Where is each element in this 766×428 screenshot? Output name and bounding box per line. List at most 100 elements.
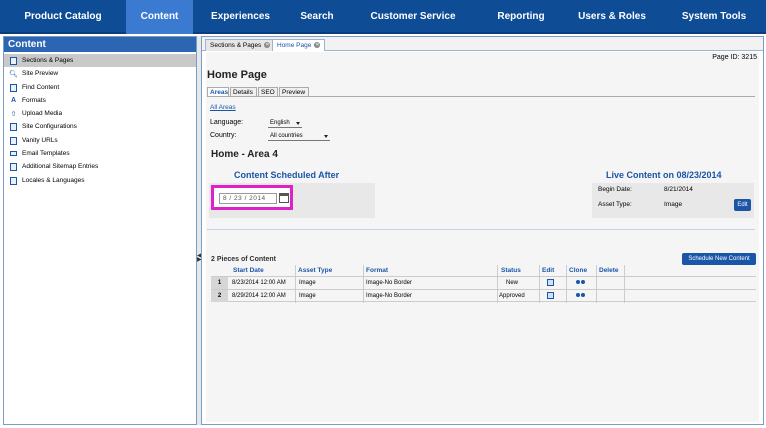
content-table: Start Date Asset Type Format Status Edit…: [211, 265, 756, 303]
document-icon: [10, 176, 17, 185]
envelope-icon: [10, 151, 17, 157]
edit-icon[interactable]: [547, 291, 554, 299]
row-format: Image-No Border: [366, 293, 413, 299]
edit-live-button[interactable]: Edit: [734, 199, 751, 211]
nav-users-roles[interactable]: Users & Roles: [562, 0, 662, 34]
section-divider: [207, 229, 755, 230]
sidebar-item-formats[interactable]: A Formats: [4, 94, 196, 107]
sidebar-item-label: Upload Media: [22, 110, 63, 118]
row-number: 2: [211, 290, 228, 302]
asset-type-value: Image: [664, 201, 683, 208]
document-icon: [10, 83, 17, 92]
page-id: Page ID: 3215: [712, 54, 757, 61]
pieces-count: 2 Pieces of Content: [211, 256, 276, 263]
sidebar-title: Content: [4, 37, 196, 52]
row-status: Approved: [499, 293, 525, 299]
chevron-down-icon: [296, 122, 300, 125]
sidebar-item-locales-languages[interactable]: Locales & Languages: [4, 174, 196, 187]
doctab-home-page[interactable]: Home Page ✕: [272, 39, 326, 51]
sidebar-item-label: Find Content: [22, 83, 60, 91]
nav-search[interactable]: Search: [288, 0, 346, 34]
top-navigation: Product Catalog Content Experiences Sear…: [0, 0, 766, 34]
clone-icon[interactable]: [576, 293, 585, 298]
main-panel: Sections & Pages ✕ Home Page ✕ Page ID: 32…: [201, 36, 764, 425]
magnifier-icon: 🔍︎: [9, 70, 18, 78]
sidebar-item-label: Site Preview: [22, 70, 59, 78]
scheduled-date-input[interactable]: 8 / 23 / 2014: [219, 193, 277, 204]
col-delete: Delete: [599, 267, 619, 274]
sidebar-item-sections-pages[interactable]: Sections & Pages: [4, 54, 196, 68]
nav-reporting[interactable]: Reporting: [480, 0, 562, 34]
table-row: 2 8/29/2014 12:00 AM Image Image-No Bord…: [211, 289, 756, 302]
table-row: 1 8/23/2014 12:00 AM Image Image-No Bord…: [211, 276, 756, 289]
sidebar-item-site-configurations[interactable]: Site Configurations: [4, 120, 196, 133]
nav-experiences[interactable]: Experiences: [193, 0, 288, 34]
close-icon[interactable]: ✕: [264, 42, 271, 49]
col-format[interactable]: Format: [366, 265, 388, 276]
row-number: 1: [211, 277, 228, 289]
close-icon[interactable]: ✕: [314, 42, 321, 49]
row-start-date: 8/23/2014 12:00 AM: [232, 280, 286, 286]
row-edit[interactable]: [547, 290, 554, 302]
nav-system-tools[interactable]: System Tools: [662, 0, 766, 34]
language-value: English: [270, 120, 290, 126]
nav-content[interactable]: Content: [126, 0, 193, 34]
page-title: Home Page: [207, 69, 267, 81]
language-select[interactable]: English: [268, 119, 302, 128]
document-icon: [10, 123, 17, 132]
sidebar-item-vanity-urls[interactable]: Vanity URLs: [4, 134, 196, 147]
asset-type-label: Asset Type:: [598, 201, 632, 208]
scheduled-title: Content Scheduled After: [234, 170, 340, 180]
row-edit[interactable]: [547, 277, 554, 289]
row-clone[interactable]: [576, 277, 585, 289]
date-highlight: 8 / 23 / 2014: [211, 185, 293, 210]
doctab-label: Home Page: [277, 42, 312, 49]
sidebar-item-upload-media[interactable]: ⇧ Upload Media: [4, 107, 196, 120]
sidebar-item-find-content[interactable]: Find Content: [4, 81, 196, 94]
nav-product-catalog[interactable]: Product Catalog: [0, 0, 126, 34]
row-asset-type: Image: [299, 293, 316, 299]
schedule-new-content-button[interactable]: Schedule New Content: [682, 253, 756, 265]
sidebar-item-additional-sitemap-entries[interactable]: Additional Sitemap Entries: [4, 160, 196, 173]
area-title: Home - Area 4: [211, 149, 278, 160]
country-value: All countries: [270, 133, 303, 139]
language-label: Language:: [210, 119, 244, 126]
format-icon: A: [10, 97, 17, 105]
col-edit: Edit: [542, 267, 555, 274]
document-icon: [10, 136, 17, 145]
document-icon: [10, 57, 17, 65]
col-start-date[interactable]: Start Date: [233, 265, 264, 276]
row-format: Image-No Border: [366, 280, 413, 286]
col-clone: Clone: [569, 267, 588, 274]
country-label: Country:: [210, 132, 237, 139]
doctab-label: Sections & Pages: [210, 42, 262, 49]
live-content-title: Live Content on 08/23/2014: [606, 170, 722, 180]
sidebar-item-label: Vanity URLs: [22, 136, 58, 144]
page-content: [206, 52, 759, 422]
sidebar-item-label: Sections & Pages: [22, 57, 74, 64]
sidebar-item-label: Site Configurations: [22, 123, 77, 131]
sidebar-item-label: Locales & Languages: [22, 176, 85, 184]
chevron-down-icon: [324, 135, 328, 138]
col-status[interactable]: Status: [501, 265, 521, 276]
nav-customer-service[interactable]: Customer Service: [346, 0, 480, 34]
calendar-icon[interactable]: [279, 193, 289, 203]
row-asset-type: Image: [299, 280, 316, 286]
all-areas-link[interactable]: All Areas: [210, 104, 236, 111]
col-asset-type[interactable]: Asset Type: [298, 265, 332, 276]
sidebar-item-label: Formats: [22, 96, 46, 104]
sidebar-item-label: Additional Sitemap Entries: [22, 163, 99, 171]
begin-date-label: Begin Date:: [598, 186, 632, 193]
row-clone[interactable]: [576, 290, 585, 302]
doctab-sections-pages[interactable]: Sections & Pages ✕: [205, 39, 276, 51]
edit-icon[interactable]: [547, 278, 554, 286]
content-sidebar: Content Sections & Pages 🔍︎ Site Preview…: [3, 36, 197, 425]
sidebar-item-email-templates[interactable]: Email Templates: [4, 147, 196, 160]
upload-icon: ⇧: [10, 110, 17, 118]
sidebar-item-label: Email Templates: [22, 150, 70, 158]
subtabs-divider: [207, 96, 755, 97]
row-start-date: 8/29/2014 12:00 AM: [232, 293, 286, 299]
country-select[interactable]: All countries: [268, 132, 330, 141]
sidebar-item-site-preview[interactable]: 🔍︎ Site Preview: [4, 67, 196, 80]
clone-icon[interactable]: [576, 280, 585, 285]
